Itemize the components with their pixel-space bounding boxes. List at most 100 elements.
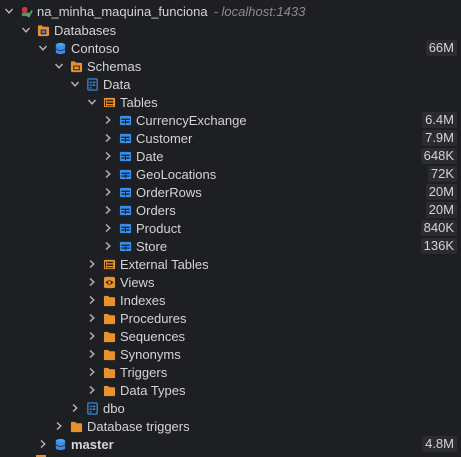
folder-data-types[interactable]: Data Types	[0, 381, 461, 399]
folder-icon	[103, 294, 116, 307]
schema-icon	[86, 77, 99, 91]
chevron-down-icon[interactable]	[70, 79, 80, 89]
schema-name: dbo	[103, 400, 125, 416]
folder-indexes[interactable]: Indexes	[0, 291, 461, 309]
folder-icon	[70, 420, 83, 433]
chevron-right-icon[interactable]	[54, 421, 64, 431]
schemas-folder-icon	[70, 60, 83, 73]
schema-name: Data	[103, 76, 131, 92]
chevron-right-icon[interactable]	[38, 439, 48, 449]
table-icon	[119, 222, 132, 235]
table-size: 7.9M	[422, 130, 457, 146]
table-size: 136K	[420, 238, 457, 254]
database-master[interactable]: master 4.8M	[0, 435, 461, 453]
folder-icon	[103, 348, 116, 361]
folder-external-tables[interactable]: External Tables	[0, 255, 461, 273]
schemas-folder[interactable]: Schemas	[0, 57, 461, 75]
table-name: GeoLocations	[136, 166, 217, 182]
database-name: master	[71, 436, 114, 452]
chevron-right-icon[interactable]	[87, 295, 97, 305]
schemas-label: Schemas	[87, 58, 142, 74]
schema-icon	[86, 401, 99, 415]
databases-folder-icon	[37, 24, 50, 37]
chevron-right-icon[interactable]	[103, 115, 113, 125]
table-row[interactable]: Customer 7.9M	[0, 129, 461, 147]
tables-label: Tables	[120, 94, 158, 110]
folder-label: External Tables	[120, 256, 209, 272]
table-size: 20M	[425, 184, 457, 200]
table-name: Store	[136, 238, 168, 254]
chevron-right-icon[interactable]	[103, 169, 113, 179]
folder-label: Views	[120, 274, 155, 290]
folder-label: Sequences	[120, 328, 186, 344]
folder-triggers[interactable]: Triggers	[0, 363, 461, 381]
table-row[interactable]: Product 840K	[0, 219, 461, 237]
table-name: Date	[136, 148, 164, 164]
folder-label: Data Types	[120, 382, 186, 398]
folder-database-triggers[interactable]: Database triggers	[0, 417, 461, 435]
tables-folder[interactable]: Tables	[0, 93, 461, 111]
schema-dbo[interactable]: dbo	[0, 399, 461, 417]
chevron-right-icon[interactable]	[70, 403, 80, 413]
database-contoso[interactable]: Contoso 66M	[0, 39, 461, 57]
chevron-right-icon[interactable]	[103, 223, 113, 233]
folder-sequences[interactable]: Sequences	[0, 327, 461, 345]
table-size: 20M	[425, 202, 457, 218]
chevron-right-icon[interactable]	[103, 151, 113, 161]
database-size: 4.8M	[422, 436, 457, 452]
connection-host: - localhost:1433	[213, 3, 306, 19]
connection-name: na_minha_maquina_funciona	[37, 3, 208, 19]
chevron-right-icon[interactable]	[87, 277, 97, 287]
chevron-down-icon[interactable]	[87, 97, 97, 107]
table-icon	[119, 204, 132, 217]
table-name: Product	[136, 220, 181, 236]
table-row[interactable]: CurrencyExchange 6.4M	[0, 111, 461, 129]
table-size: 648K	[420, 148, 457, 164]
tables-folder-icon	[103, 96, 116, 109]
chevron-right-icon[interactable]	[103, 205, 113, 215]
table-icon	[119, 168, 132, 181]
table-size: 72K	[427, 166, 457, 182]
chevron-down-icon[interactable]	[21, 25, 31, 35]
folder-procedures[interactable]: Procedures	[0, 309, 461, 327]
table-name: Customer	[136, 130, 193, 146]
chevron-down-icon[interactable]	[4, 6, 14, 16]
folder-views[interactable]: Views	[0, 273, 461, 291]
table-icon	[119, 186, 132, 199]
table-row[interactable]: Date 648K	[0, 147, 461, 165]
chevron-down-icon[interactable]	[54, 61, 64, 71]
table-name: Orders	[136, 202, 176, 218]
chevron-right-icon[interactable]	[87, 367, 97, 377]
database-size: 66M	[425, 40, 457, 56]
server-connection-icon	[20, 5, 33, 18]
table-row[interactable]: GeoLocations 72K	[0, 165, 461, 183]
folder-icon	[103, 312, 116, 325]
table-name: CurrencyExchange	[136, 112, 247, 128]
chevron-right-icon[interactable]	[103, 241, 113, 251]
table-icon	[119, 150, 132, 163]
chevron-right-icon[interactable]	[87, 349, 97, 359]
table-row[interactable]: Orders 20M	[0, 201, 461, 219]
table-size: 840K	[420, 220, 457, 236]
database-cylinder-icon	[54, 438, 67, 451]
chevron-right-icon[interactable]	[87, 385, 97, 395]
chevron-right-icon[interactable]	[87, 313, 97, 323]
eye-icon	[103, 276, 116, 289]
table-icon	[119, 114, 132, 127]
table-size: 6.4M	[422, 112, 457, 128]
chevron-right-icon[interactable]	[103, 187, 113, 197]
chevron-right-icon[interactable]	[87, 331, 97, 341]
folder-synonyms[interactable]: Synonyms	[0, 345, 461, 363]
table-row[interactable]: OrderRows 20M	[0, 183, 461, 201]
schema-data[interactable]: Data	[0, 75, 461, 93]
folder-icon	[103, 330, 116, 343]
chevron-right-icon[interactable]	[87, 259, 97, 269]
chevron-right-icon[interactable]	[103, 133, 113, 143]
folder-label: Indexes	[120, 292, 166, 308]
folder-label: Synonyms	[120, 346, 181, 362]
table-row[interactable]: Store 136K	[0, 237, 461, 255]
databases-folder[interactable]: Databases	[0, 21, 461, 39]
folder-icon	[103, 384, 116, 397]
chevron-down-icon[interactable]	[38, 43, 48, 53]
connection-node[interactable]: na_minha_maquina_funciona - localhost:14…	[0, 2, 461, 20]
